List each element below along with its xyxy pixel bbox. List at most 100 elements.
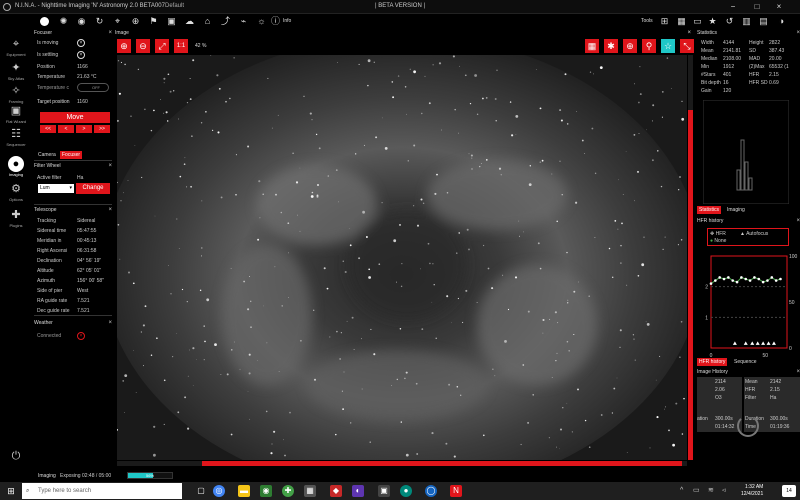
rotator-icon[interactable]: ↻	[94, 16, 105, 27]
tab-imaging[interactable]: Imaging	[725, 206, 747, 214]
clock-date[interactable]: 12/4/2021	[741, 491, 763, 497]
chart-icon[interactable]: ⤴	[220, 16, 231, 27]
task-view-icon[interactable]: ▢	[195, 485, 207, 497]
nav-flat-wizard[interactable]: ▣ Flat Wizard	[2, 103, 30, 124]
app-icon[interactable]: ◉	[260, 485, 272, 497]
app-icon[interactable]: ▦	[304, 485, 316, 497]
tools-icon[interactable]: ⊞	[659, 16, 670, 27]
search-box[interactable]: ⌕ Type here to search	[22, 483, 182, 499]
app-icon[interactable]: ◯	[425, 485, 437, 497]
contrast-icon[interactable]: ◑	[776, 16, 787, 27]
app-icon[interactable]: ◆	[330, 485, 342, 497]
history-card[interactable]: 2114 2.06 O3 ation 300.00s 01:14:32	[697, 377, 742, 432]
nina-taskbar-icon[interactable]: N	[450, 485, 462, 497]
move-button[interactable]: Move	[40, 112, 110, 123]
target-value[interactable]: 1160	[77, 99, 88, 105]
close-icon[interactable]: ×	[108, 163, 112, 169]
network-icon[interactable]: ▭	[693, 486, 700, 494]
close-icon[interactable]: ×	[796, 369, 800, 375]
actual-size-button[interactable]: 1:1	[174, 39, 188, 53]
temp-comp-toggle[interactable]: OFF	[77, 83, 109, 92]
nav-sky-atlas[interactable]: ✦ Sky Atlas	[2, 60, 30, 81]
tab-hfr-history[interactable]: HFR history	[697, 358, 728, 366]
window-icon[interactable]: ▭	[692, 16, 703, 27]
dome-icon[interactable]: ⌂	[202, 16, 213, 27]
nav-plugins[interactable]: ✚ Plugins	[2, 207, 30, 228]
zoom-out-button[interactable]: ⊖	[136, 39, 150, 53]
guider-icon[interactable]: ⊕	[130, 16, 141, 27]
nav-imaging[interactable]: ● Imaging	[2, 156, 30, 177]
tray-chevron-icon[interactable]: ^	[680, 487, 683, 494]
focuser-icon[interactable]: ◉	[76, 16, 87, 27]
app-icon[interactable]: ▣	[378, 485, 390, 497]
file-explorer-icon[interactable]: ▬	[238, 485, 250, 497]
close-icon[interactable]: ×	[108, 207, 112, 213]
right-panel: Statistics × Width 4144 Height 2822 Mean 2141.…	[697, 30, 800, 470]
chrome-icon[interactable]: ◎	[213, 485, 225, 497]
layout-icon[interactable]: ▥	[741, 16, 752, 27]
star-icon[interactable]: ☆	[661, 39, 675, 53]
notification-badge[interactable]: 14	[782, 485, 796, 497]
vertical-scrollbar[interactable]	[688, 55, 693, 460]
plate-solve-icon[interactable]: ⤡	[680, 39, 694, 53]
star-icon[interactable]: ★	[707, 16, 718, 27]
nav-framing[interactable]: ✧ Framing	[2, 83, 30, 104]
tab-camera[interactable]: Camera	[36, 151, 58, 159]
star	[214, 343, 217, 346]
tab-sequence[interactable]: Sequence	[732, 358, 759, 366]
step-right-button[interactable]: >	[76, 125, 92, 133]
close-icon[interactable]: ×	[108, 30, 112, 36]
y2-tick-label: 100	[789, 254, 798, 260]
maximize-icon[interactable]: □	[752, 2, 762, 12]
close-icon[interactable]: ×	[774, 2, 784, 12]
app-icon[interactable]: ✚	[282, 485, 294, 497]
crosshair-icon[interactable]: ⊕	[623, 39, 637, 53]
weather-icon[interactable]: ☁	[184, 16, 195, 27]
stretch-icon[interactable]: ⚲	[642, 39, 656, 53]
step-left-large-button[interactable]: <<	[40, 125, 56, 133]
star	[619, 329, 622, 332]
fit-icon[interactable]: ⤢	[155, 39, 169, 53]
step-right-large-button[interactable]: >>	[94, 125, 110, 133]
close-icon[interactable]: ×	[796, 30, 800, 36]
tab-focuser[interactable]: Focuser	[60, 151, 83, 159]
app-icon[interactable]: ●	[400, 485, 412, 497]
clock-time[interactable]: 1:32 AM	[745, 484, 763, 490]
close-icon[interactable]: ×	[108, 320, 112, 326]
flat-panel-icon[interactable]: ▣	[166, 16, 177, 27]
filter-wheel-icon[interactable]: ✺	[58, 16, 69, 27]
lightbulb-icon[interactable]: ☼	[256, 16, 267, 27]
star-detect-icon[interactable]: ✱	[604, 39, 618, 53]
volume-icon[interactable]: ◃	[722, 486, 726, 494]
windows-start-icon[interactable]: ⊞	[5, 485, 17, 497]
wifi-icon[interactable]: ≋	[708, 486, 714, 494]
star	[226, 373, 229, 376]
app-icon[interactable]: ◐	[352, 485, 364, 497]
minimize-icon[interactable]: −	[728, 2, 738, 12]
scroll-thumb[interactable]	[688, 110, 693, 460]
info-icon[interactable]: ⓘ	[270, 16, 281, 27]
undo-icon[interactable]: ↺	[724, 16, 735, 27]
horizontal-scrollbar[interactable]	[117, 461, 687, 466]
nav-options[interactable]: ⚙ Options	[2, 181, 30, 202]
status-text: Exposing 02:48 / 05:00	[60, 473, 112, 479]
telescope-status-icon[interactable]: ⌖	[112, 16, 123, 27]
close-icon[interactable]: ×	[687, 30, 691, 36]
save-layout-icon[interactable]: ▤	[758, 16, 769, 27]
grid-icon[interactable]: ▦	[585, 39, 599, 53]
tab-statistics[interactable]: Statistics	[697, 206, 722, 214]
zoom-in-button[interactable]: ⊕	[117, 39, 131, 53]
scroll-thumb[interactable]	[202, 461, 682, 466]
nebula-image[interactable]	[117, 55, 687, 460]
switch-icon[interactable]: ⚑	[148, 16, 159, 27]
close-icon[interactable]: ×	[796, 218, 800, 224]
nav-sequencer[interactable]: ☷ Sequencer	[2, 126, 30, 147]
calculator-icon[interactable]: ▦	[676, 16, 687, 27]
graph-icon[interactable]: ⌁	[238, 16, 249, 27]
camera-status-icon[interactable]	[40, 17, 49, 26]
filter-select[interactable]: Lum ▾	[38, 184, 74, 193]
change-filter-button[interactable]: Change	[76, 183, 110, 194]
power-button[interactable]: ⏻	[2, 448, 30, 464]
nav-equipment[interactable]: ⌖ Equipment	[2, 36, 30, 57]
step-left-button[interactable]: <	[58, 125, 74, 133]
